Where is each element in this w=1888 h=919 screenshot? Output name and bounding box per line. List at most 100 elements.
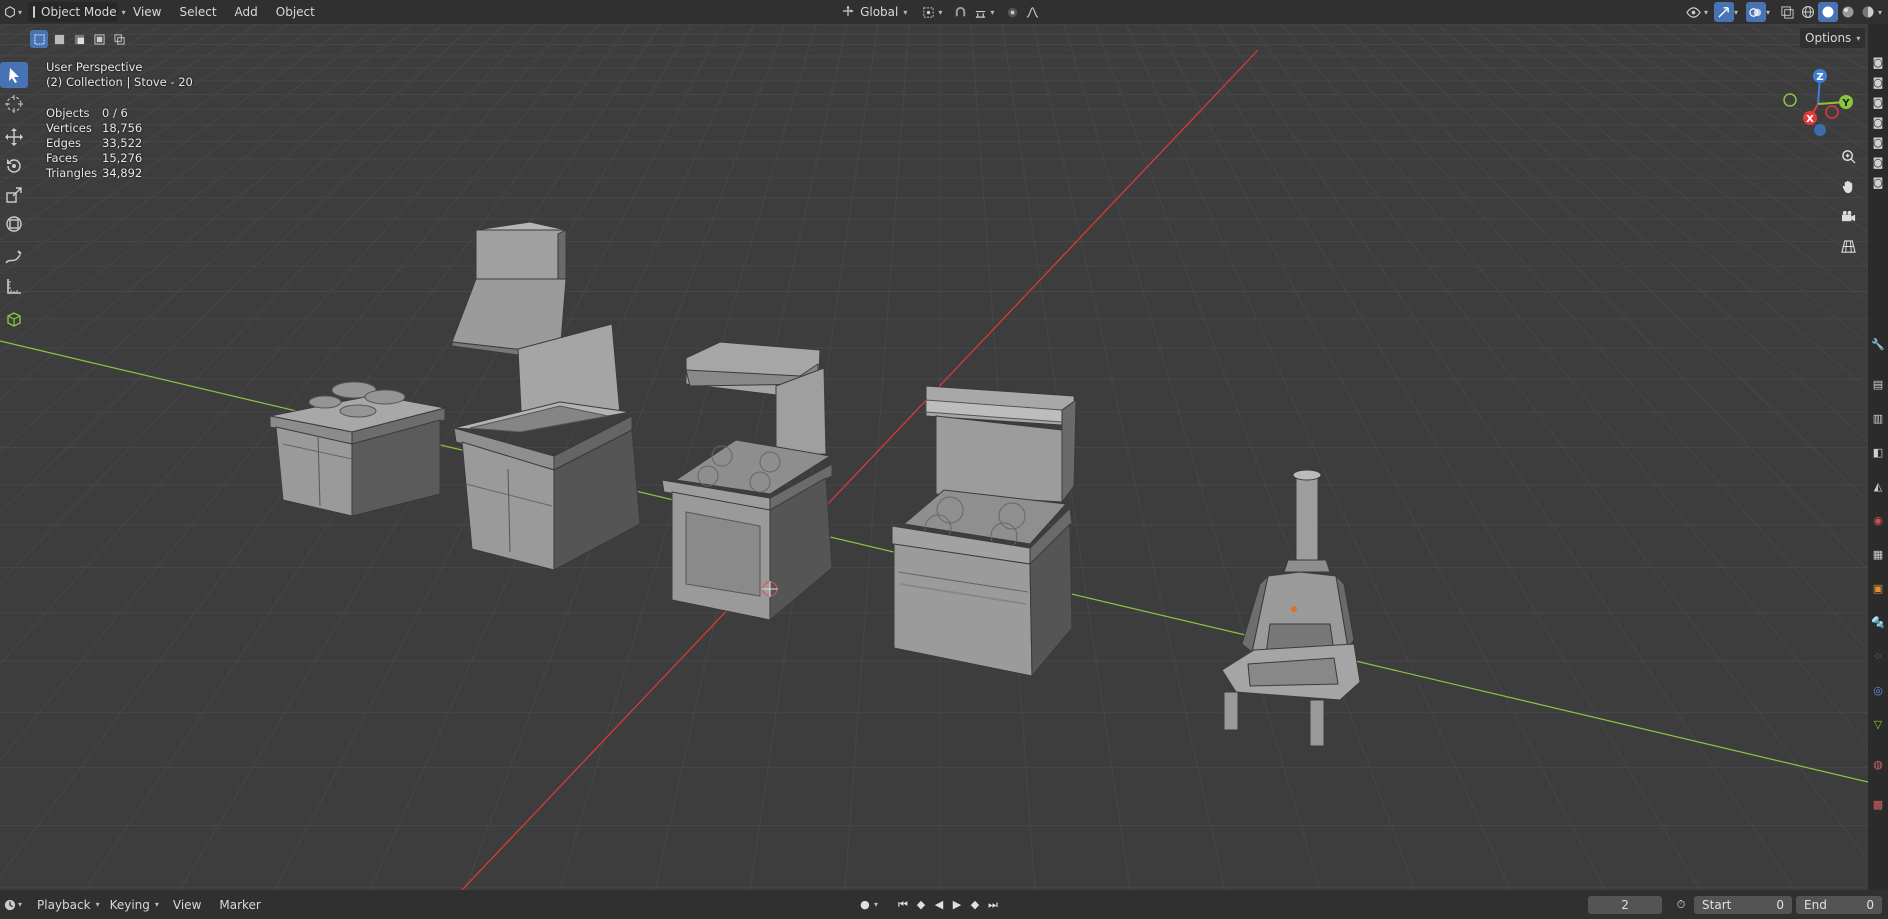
grid-perspective-icon [1840, 239, 1856, 253]
start-frame-field[interactable]: Start 0 [1694, 895, 1793, 914]
navigation-gizmo[interactable]: Z Y X [1776, 60, 1860, 144]
render-properties-icon[interactable]: ▤ [1868, 374, 1888, 394]
chevron-down-icon[interactable]: ▾ [18, 8, 22, 17]
gizmo-neg-y-axis[interactable] [1783, 93, 1797, 107]
select-box-tool[interactable] [0, 62, 28, 88]
gizmo-neg-z-axis[interactable] [1814, 124, 1826, 136]
select-extend-icon[interactable] [50, 30, 68, 48]
physics-properties-icon[interactable]: ◎ [1868, 680, 1888, 700]
snap-icon[interactable] [950, 2, 970, 22]
record-icon[interactable]: ● [856, 896, 874, 914]
snap-target-icon[interactable] [970, 2, 990, 22]
end-label: End [1804, 897, 1827, 912]
chevron-down-icon[interactable]: ▾ [938, 8, 942, 17]
wireframe-shading-icon[interactable] [1798, 2, 1818, 22]
prev-keyframe-icon[interactable]: ◆ [912, 896, 930, 914]
move-tool[interactable] [0, 124, 28, 150]
scale-tool[interactable] [0, 182, 28, 208]
menu-marker[interactable]: Marker [210, 895, 269, 915]
chevron-down-icon[interactable]: ▾ [1766, 8, 1770, 17]
editor-type-icon[interactable] [2, 2, 18, 22]
camera-restrict-icon[interactable]: ◙ [1868, 172, 1888, 192]
options-dropdown[interactable]: Options ▾ [1800, 28, 1866, 48]
pivot-point-icon[interactable] [918, 2, 938, 22]
annotate-tool[interactable] [0, 244, 28, 270]
jump-end-icon[interactable]: ⏭ [984, 896, 1002, 914]
modifier-properties-icon[interactable]: 🔩 [1868, 612, 1888, 632]
end-frame-field[interactable]: End 0 [1796, 895, 1883, 914]
camera-restrict-icon[interactable]: ◙ [1868, 92, 1888, 112]
menu-view[interactable]: View [124, 2, 170, 22]
cursor-tool[interactable] [0, 91, 28, 117]
select-intersect-icon[interactable] [110, 30, 128, 48]
chevron-down-icon[interactable]: ▾ [18, 900, 22, 909]
crosshair-icon [5, 95, 23, 113]
solid-shading-icon[interactable] [1817, 2, 1838, 22]
chevron-down-icon[interactable]: ▾ [1878, 8, 1882, 17]
current-frame-field[interactable]: 2 [1588, 895, 1663, 914]
stopwatch-icon[interactable]: ⏱ [1672, 896, 1690, 914]
material-preview-icon[interactable] [1838, 2, 1858, 22]
gizmo-neg-x-axis[interactable] [1825, 105, 1839, 119]
rendered-shading-icon[interactable] [1858, 2, 1878, 22]
chevron-down-icon[interactable]: ▾ [990, 8, 994, 17]
next-keyframe-icon[interactable]: ◆ [966, 896, 984, 914]
menu-keying[interactable]: Keying ▾ [105, 895, 164, 915]
scene-statistics: Objects 0 / 6 Vertices 18,756 Edges 33,522 … [46, 106, 142, 181]
play-icon[interactable]: ▶ [948, 896, 966, 914]
menu-add[interactable]: Add [226, 2, 267, 22]
proportional-edit-icon[interactable] [1002, 2, 1022, 22]
camera-restrict-icon[interactable]: ◙ [1868, 52, 1888, 72]
mode-dropdown[interactable]: Object Mode ▾ [28, 2, 126, 22]
collection-properties-icon[interactable]: ▦ [1868, 544, 1888, 564]
add-cube-tool[interactable] [0, 306, 28, 332]
world-properties-icon[interactable]: ◉ [1868, 510, 1888, 530]
menu-playback[interactable]: Playback ▾ [32, 895, 105, 915]
texture-properties-icon[interactable]: ▩ [1868, 794, 1888, 814]
transform-tool[interactable] [0, 211, 28, 237]
visibility-icon[interactable] [1684, 2, 1704, 22]
menu-select[interactable]: Select [171, 2, 226, 22]
properties-tab-strip: ◙ ◙ ◙ ◙ ◙ ◙ ◙ 🔧 ▤ ▥ ◧ ◭ ◉ ▦ ▣ 🔩 ⁘ ◎ ▽ ◍ … [1868, 24, 1888, 890]
zoom-view-button[interactable] [1834, 142, 1862, 170]
output-properties-icon[interactable]: ▥ [1868, 408, 1888, 428]
projection-toggle-button[interactable] [1834, 232, 1862, 260]
stat-row-triangles: Triangles 34,892 [46, 166, 142, 181]
camera-restrict-icon[interactable]: ◙ [1868, 112, 1888, 132]
select-new-icon[interactable] [30, 30, 48, 48]
chevron-down-icon[interactable]: ▾ [1704, 8, 1708, 17]
orientation-dropdown[interactable]: Global ▾ [837, 2, 912, 22]
scene-properties-icon[interactable]: ◭ [1868, 476, 1888, 496]
chevron-down-icon[interactable]: ▾ [874, 900, 878, 909]
camera-restrict-icon[interactable]: ◙ [1868, 72, 1888, 92]
scene-objects[interactable] [0, 24, 1868, 890]
menu-object[interactable]: Object [267, 2, 324, 22]
xray-icon[interactable] [1778, 2, 1798, 22]
gizmo-toggle-icon[interactable] [1713, 2, 1734, 22]
play-reverse-icon[interactable]: ◀ [930, 896, 948, 914]
object-properties-icon[interactable]: ▣ [1868, 578, 1888, 598]
camera-view-button[interactable] [1834, 202, 1862, 230]
stat-value: 0 / 6 [102, 106, 128, 120]
3d-viewport[interactable]: User Perspective (2) Collection | Stove … [0, 24, 1868, 890]
orientation-label: Global [860, 5, 899, 19]
particles-properties-icon[interactable]: ⁘ [1868, 646, 1888, 666]
tool-properties-icon[interactable]: 🔧 [1868, 334, 1888, 354]
pan-view-button[interactable] [1834, 172, 1862, 200]
chevron-down-icon[interactable]: ▾ [1734, 8, 1738, 17]
falloff-icon[interactable] [1022, 2, 1042, 22]
menu-view-timeline[interactable]: View [164, 895, 210, 915]
select-invert-icon[interactable] [90, 30, 108, 48]
overlays-icon[interactable] [1745, 2, 1766, 22]
measure-tool[interactable] [0, 273, 28, 299]
select-subtract-icon[interactable] [70, 30, 88, 48]
chevron-down-icon: ▾ [903, 7, 908, 17]
object-data-properties-icon[interactable]: ▽ [1868, 714, 1888, 734]
clock-editor-icon[interactable] [2, 895, 18, 915]
camera-restrict-icon[interactable]: ◙ [1868, 132, 1888, 152]
jump-start-icon[interactable]: ⏮ [894, 896, 912, 914]
camera-restrict-icon[interactable]: ◙ [1868, 152, 1888, 172]
rotate-tool[interactable] [0, 153, 28, 179]
view-layer-properties-icon[interactable]: ◧ [1868, 442, 1888, 462]
material-properties-icon[interactable]: ◍ [1868, 754, 1888, 774]
